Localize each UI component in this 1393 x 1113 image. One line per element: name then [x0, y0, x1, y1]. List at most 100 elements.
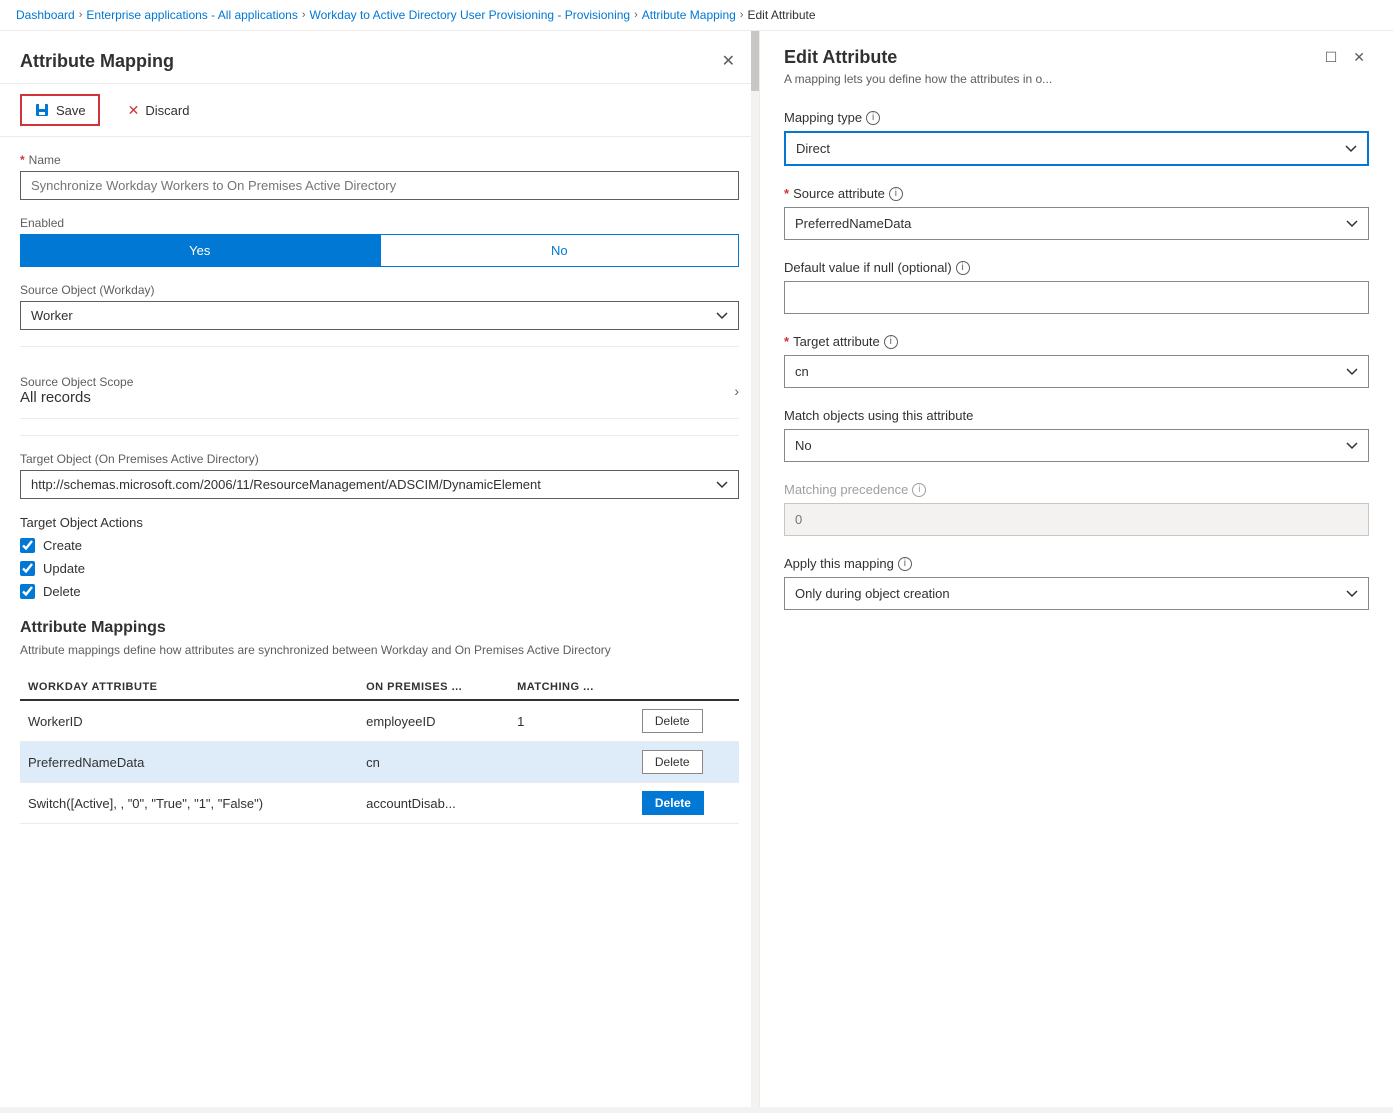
default-value-info-icon[interactable]: i [956, 261, 970, 275]
cell-workday-2: PreferredNameData [20, 742, 358, 783]
enabled-toggle: Yes No [20, 234, 739, 267]
enabled-field-group: Enabled Yes No [20, 216, 739, 267]
cell-matching-1: 1 [509, 700, 634, 742]
breadcrumb-enterprise[interactable]: Enterprise applications - All applicatio… [86, 8, 297, 22]
scope-chevron-icon: › [734, 383, 739, 399]
delete-button-3[interactable]: Delete [642, 791, 704, 815]
scope-text: Source Object Scope All records [20, 375, 133, 406]
target-attribute-group: * Target attribute i cn employeeID accou… [784, 334, 1369, 388]
mapping-type-info-icon[interactable]: i [866, 111, 880, 125]
attr-mappings-title: Attribute Mappings [20, 619, 739, 637]
enabled-label: Enabled [20, 216, 739, 230]
breadcrumb-workday[interactable]: Workday to Active Directory User Provisi… [310, 8, 631, 22]
mapping-table-body: WorkerID employeeID 1 Delete PreferredNa… [20, 700, 739, 824]
apply-mapping-info-icon[interactable]: i [898, 557, 912, 571]
right-panel-title-group: Edit Attribute A mapping lets you define… [784, 47, 1052, 106]
col-matching: MATCHING ... [509, 675, 634, 700]
toggle-no-button[interactable]: No [380, 234, 740, 267]
breadcrumb-sep-3: › [634, 9, 638, 21]
scope-section[interactable]: Source Object Scope All records › [20, 363, 739, 419]
matching-precedence-label: Matching precedence i [784, 482, 1369, 497]
default-value-input[interactable] [784, 281, 1369, 314]
cell-workday-1: WorkerID [20, 700, 358, 742]
apply-mapping-group: Apply this mapping i Only during object … [784, 556, 1369, 610]
close-right-button[interactable]: ✕ [1349, 47, 1369, 68]
breadcrumb-current: Edit Attribute [747, 8, 815, 22]
table-row: WorkerID employeeID 1 Delete [20, 700, 739, 742]
breadcrumb-attr-mapping[interactable]: Attribute Mapping [642, 8, 736, 22]
source-required-star: * [784, 186, 789, 201]
target-object-label: Target Object (On Premises Active Direct… [20, 452, 739, 466]
panel-header: Attribute Mapping ✕ [0, 31, 759, 84]
scrollbar-thumb[interactable] [751, 31, 759, 91]
source-object-field-group: Source Object (Workday) Worker [20, 283, 739, 330]
breadcrumb-dashboard[interactable]: Dashboard [16, 8, 75, 22]
default-value-label: Default value if null (optional) i [784, 260, 1369, 275]
cell-action-3: Delete [634, 783, 739, 824]
matching-precedence-group: Matching precedence i [784, 482, 1369, 536]
apply-mapping-select[interactable]: Only during object creation Always [784, 577, 1369, 610]
checkbox-update[interactable]: Update [20, 561, 739, 576]
checkbox-group: Create Update Delete [20, 538, 739, 599]
target-object-select[interactable]: http://schemas.microsoft.com/2006/11/Res… [20, 470, 739, 499]
cell-action-2: Delete [634, 742, 739, 783]
breadcrumb-sep-4: › [740, 9, 744, 21]
checkbox-delete-label: Delete [43, 584, 81, 599]
delete-button-1[interactable]: Delete [642, 709, 703, 733]
mapping-type-select[interactable]: Direct Constant Expression [784, 131, 1369, 166]
left-content: * Name Enabled Yes No Source Object (Wor… [0, 137, 759, 1107]
checkbox-update-input[interactable] [20, 561, 35, 576]
right-panel-header: Edit Attribute A mapping lets you define… [784, 47, 1369, 106]
target-attribute-select[interactable]: cn employeeID accountDisab [784, 355, 1369, 388]
right-panel: Edit Attribute A mapping lets you define… [760, 31, 1393, 1107]
checkbox-create-label: Create [43, 538, 82, 553]
source-attribute-info-icon[interactable]: i [889, 187, 903, 201]
source-attribute-label: * Source attribute i [784, 186, 1369, 201]
default-value-group: Default value if null (optional) i [784, 260, 1369, 314]
matching-precedence-info-icon[interactable]: i [912, 483, 926, 497]
discard-icon: ✕ [128, 102, 140, 119]
required-star: * [20, 153, 25, 167]
checkbox-create-input[interactable] [20, 538, 35, 553]
breadcrumb: Dashboard › Enterprise applications - Al… [0, 0, 1393, 31]
breadcrumb-sep-1: › [79, 9, 83, 21]
breadcrumb-sep-2: › [302, 9, 306, 21]
mapping-table: WORKDAY ATTRIBUTE ON PREMISES ... MATCHI… [20, 675, 739, 824]
match-objects-label: Match objects using this attribute [784, 408, 1369, 423]
checkbox-delete-input[interactable] [20, 584, 35, 599]
match-objects-group: Match objects using this attribute No Ye… [784, 408, 1369, 462]
right-panel-subtitle: A mapping lets you define how the attrib… [784, 72, 1052, 86]
attr-mappings-section: Attribute Mappings Attribute mappings de… [20, 619, 739, 824]
cell-matching-2 [509, 742, 634, 783]
name-input[interactable] [20, 171, 739, 200]
divider-2 [20, 435, 739, 436]
save-button[interactable]: Save [20, 94, 100, 126]
col-workday: WORKDAY ATTRIBUTE [20, 675, 358, 700]
match-objects-select[interactable]: No Yes [784, 429, 1369, 462]
delete-button-2[interactable]: Delete [642, 750, 703, 774]
cell-premises-2: cn [358, 742, 509, 783]
discard-button[interactable]: ✕ Discard [116, 96, 202, 125]
attr-mappings-desc: Attribute mappings define how attributes… [20, 641, 739, 659]
target-attribute-info-icon[interactable]: i [884, 335, 898, 349]
source-attribute-select[interactable]: PreferredNameData WorkerID Name [784, 207, 1369, 240]
cell-workday-3: Switch([Active], , "0", "True", "1", "Fa… [20, 783, 358, 824]
checkbox-create[interactable]: Create [20, 538, 739, 553]
left-panel: Attribute Mapping ✕ Save ✕ Discard [0, 31, 760, 1107]
col-premises: ON PREMISES ... [358, 675, 509, 700]
toggle-yes-button[interactable]: Yes [20, 234, 380, 267]
mapping-type-group: Mapping type i Direct Constant Expressio… [784, 110, 1369, 166]
source-attribute-group: * Source attribute i PreferredNameData W… [784, 186, 1369, 240]
maximize-button[interactable]: ☐ [1321, 47, 1342, 68]
save-label: Save [56, 103, 86, 118]
right-panel-actions: ☐ ✕ [1321, 47, 1369, 68]
close-button[interactable]: ✕ [718, 47, 739, 75]
right-panel-title: Edit Attribute [784, 47, 1052, 68]
toolbar: Save ✕ Discard [0, 84, 759, 137]
checkbox-delete[interactable]: Delete [20, 584, 739, 599]
source-object-select[interactable]: Worker [20, 301, 739, 330]
table-row: Switch([Active], , "0", "True", "1", "Fa… [20, 783, 739, 824]
mapping-table-header: WORKDAY ATTRIBUTE ON PREMISES ... MATCHI… [20, 675, 739, 700]
matching-precedence-input [784, 503, 1369, 536]
divider-1 [20, 346, 739, 347]
